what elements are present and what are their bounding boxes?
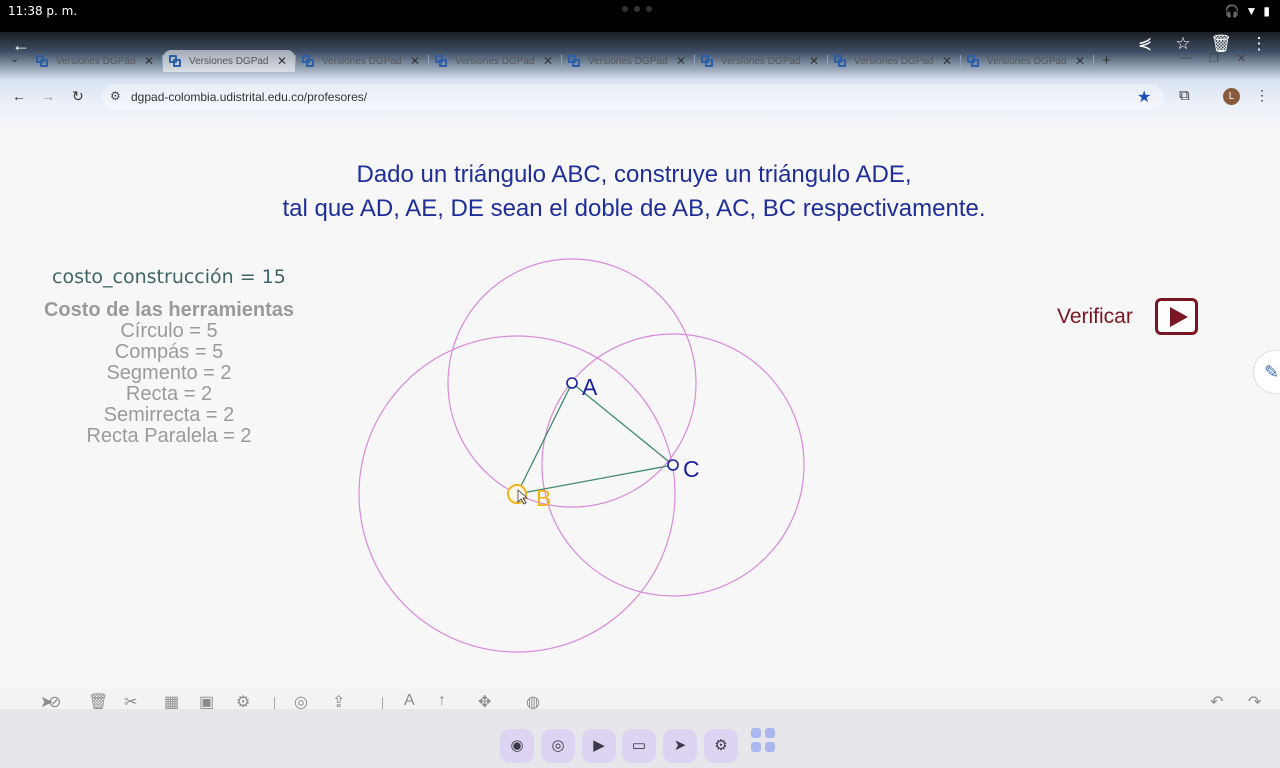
point-a[interactable] <box>566 377 578 389</box>
move-icon[interactable]: ✥ <box>478 692 491 709</box>
app-dock: ◉ ◎ ▶ ▭ ➤ ⚙ <box>0 709 1280 768</box>
play-store-app-icon[interactable]: ▶ <box>582 729 616 763</box>
dgpad-toolbar: ➤ ⊘ 🗑 ✂ ▦ ▣ ⚙ ◎ ⇪ A ↑ ✥ ◍ ↶ ↷ <box>0 689 1280 709</box>
point-c[interactable] <box>667 459 679 471</box>
point-a-label: A <box>582 374 598 400</box>
toolbar-divider <box>382 697 383 709</box>
undo-icon[interactable]: ↶ <box>1210 692 1223 709</box>
telegram-app-icon[interactable]: ➤ <box>663 729 697 763</box>
calculator-icon[interactable]: ▦ <box>164 692 179 709</box>
settings-gear-icon[interactable]: ⚙ <box>236 692 250 709</box>
chrome-app-icon[interactable]: ◎ <box>541 729 575 763</box>
screen: 11:38 p. m. 🎧 ▼ ▮ ← ⋞ ☆ 🗑 ⋮ ⌄ Versiones … <box>0 0 1280 768</box>
point-b-label: B <box>536 485 551 511</box>
geometry-canvas[interactable]: A B C <box>0 0 1280 768</box>
segment-ab[interactable] <box>516 382 573 495</box>
delete-tool-icon[interactable]: 🗑 <box>88 692 108 709</box>
redo-icon[interactable]: ↷ <box>1248 692 1261 709</box>
hide-tool-icon[interactable]: ⊘ <box>48 692 61 709</box>
arrow-up-icon[interactable]: ↑ <box>438 692 446 709</box>
point-c-label: C <box>683 456 700 482</box>
save-icon[interactable]: ▣ <box>199 692 214 709</box>
settings-app-icon[interactable]: ⚙ <box>704 729 738 763</box>
toolbar-divider <box>274 697 275 709</box>
tools-icon[interactable]: ✂ <box>124 692 137 709</box>
text-tool-icon[interactable]: A <box>404 692 415 709</box>
camera-app-icon[interactable]: ◉ <box>500 729 534 763</box>
export-icon[interactable]: ⇪ <box>332 692 345 709</box>
screen-mirror-app-icon[interactable]: ▭ <box>622 729 656 763</box>
app-drawer-icon[interactable] <box>751 728 775 752</box>
magnet-icon[interactable]: ◎ <box>294 692 308 709</box>
wrench-icon[interactable]: ◍ <box>526 692 540 709</box>
